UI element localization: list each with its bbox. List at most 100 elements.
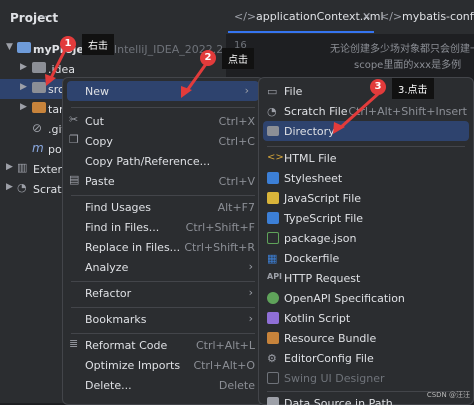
menu-item-label: New [85,85,109,98]
menu-shortcut: Ctrl+Alt+L [195,339,255,352]
scratch-icon: ◔ [17,181,27,194]
cut-icon: ✂ [69,113,79,126]
gear-icon: ⚙ [267,352,277,365]
folder-icon [267,126,279,136]
watermark: CSDN @汪汪 [426,391,470,399]
menu-item-label: Copy Path/Reference... [85,155,211,168]
menu-item-label: Refactor [85,287,132,300]
close-icon[interactable]: ✕ [362,10,371,23]
chevron-right-icon: › [248,260,253,273]
folder-icon [17,42,31,53]
menu-separator [71,281,255,282]
chevron-right-icon[interactable]: ▶ [20,102,27,112]
html-icon: <> [267,152,284,163]
submenu-item-http-request[interactable]: API HTTP Request [259,268,473,288]
submenu-item-swing-ui-designer[interactable]: Swing UI Designer [259,368,473,388]
tree-item-label: .idea [48,63,76,76]
menu-item-reformat-code[interactable]: ≣ Reformat Code Ctrl+Alt+L [63,335,263,355]
submenu-item-scratch-file[interactable]: ◔ Scratch File Ctrl+Alt+Shift+Insert [259,101,473,121]
submenu-item-label: File [284,85,303,98]
css-icon [267,172,279,184]
menu-shortcut: Alt+F7 [217,201,255,214]
menu-item-bookmarks[interactable]: Bookmarks › [63,309,263,329]
menu-item-paste[interactable]: ▤ Paste Ctrl+V [63,171,263,191]
submenu-item-editorconfig[interactable]: ⚙ EditorConfig File [259,348,473,368]
menu-shortcut: Ctrl+Shift+R [184,241,255,254]
submenu-item-openapi[interactable]: OpenAPI Specification [259,288,473,308]
menu-item-analyze[interactable]: Analyze › [63,257,263,277]
menu-item-label: Optimize Imports [85,359,181,372]
chevron-down-icon[interactable]: ▼ [6,42,13,52]
submenu-item-label: package.json [284,232,357,245]
menu-item-copy-path[interactable]: Copy Path/Reference... [63,151,263,171]
submenu-item-file[interactable]: ▭ File [259,81,473,101]
chevron-right-icon[interactable]: ▶ [20,62,27,72]
submenu-item-dockerfile[interactable]: ▦ Dockerfile [259,248,473,268]
submenu-item-label: Directory [284,125,335,138]
submenu-item-resource-bundle[interactable]: Resource Bundle [259,328,473,348]
folder-icon [32,102,46,113]
menu-item-label: Reformat Code [85,339,168,352]
menu-item-label: Find Usages [85,201,152,214]
menu-item-replace-in-files[interactable]: Replace in Files... Ctrl+Shift+R [63,237,263,257]
submenu-item-label: Resource Bundle [284,332,377,345]
step3-note: 3.点击 [392,78,434,99]
code-comment-line[interactable]: scope里面的xxx是多例 [354,56,461,71]
api-icon: API [267,272,283,281]
menu-shortcut: Ctrl+Shift+F [185,221,255,234]
menu-item-label: Replace in Files... [85,241,181,254]
copy-icon: ❐ [69,133,79,146]
submenu-item-javascript-file[interactable]: JavaScript File [259,188,473,208]
submenu-item-kotlin-script[interactable]: Kotlin Script [259,308,473,328]
menu-item-label: Cut [85,115,104,128]
menu-item-label: Analyze [85,261,129,274]
submenu-item-label: Swing UI Designer [284,372,385,385]
chevron-down-icon[interactable]: ⌄ [40,10,48,21]
resource-bundle-icon [267,332,279,344]
tree-item-idea[interactable]: ▶ .idea [0,59,226,79]
menu-shortcut: Ctrl+C [218,135,255,148]
menu-separator [267,146,465,147]
menu-item-optimize-imports[interactable]: Optimize Imports Ctrl+Alt+O [63,355,263,375]
openapi-icon [267,292,279,304]
submenu-item-html-file[interactable]: <> HTML File [259,148,473,168]
submenu-item-stylesheet[interactable]: Stylesheet [259,168,473,188]
new-submenu: ▭ File ◔ Scratch File Ctrl+Alt+Shift+Ins… [258,77,474,405]
menu-item-find-in-files[interactable]: Find in Files... Ctrl+Shift+F [63,217,263,237]
submenu-item-label: HTML File [284,152,337,165]
menu-item-delete[interactable]: Delete... Delete [63,375,263,395]
code-comment-line[interactable]: 无论创建多少场对象都只会创建一 [330,40,474,55]
menu-item-label: Find in Files... [85,221,160,234]
menu-item-new[interactable]: New › [67,81,259,101]
menu-item-cut[interactable]: ✂ Cut Ctrl+X [63,111,263,131]
project-panel-title[interactable]: Project [10,11,58,25]
step2-note: 点击 [222,48,254,69]
submenu-item-label: Stylesheet [284,172,343,185]
step2-badge: 2 [200,50,216,66]
submenu-item-label: EditorConfig File [284,352,374,365]
menu-item-label: Paste [85,175,115,188]
menu-item-find-usages[interactable]: Find Usages Alt+F7 [63,197,263,217]
chevron-right-icon[interactable]: ▶ [6,182,13,192]
submenu-item-label: Kotlin Script [284,312,351,325]
menu-item-copy[interactable]: ❐ Copy Ctrl+C [63,131,263,151]
paste-icon: ▤ [69,173,80,186]
typescript-icon [267,212,279,224]
maven-icon: m [32,141,44,155]
submenu-item-label: HTTP Request [284,272,361,285]
tab-mybatis-config[interactable]: mybatis-config [402,10,474,23]
menu-item-refactor[interactable]: Refactor › [63,283,263,303]
submenu-item-typescript-file[interactable]: TypeScript File [259,208,473,228]
swing-icon [267,372,279,384]
chevron-right-icon: › [244,84,249,97]
submenu-item-package-json[interactable]: package.json [259,228,473,248]
docker-icon: ▦ [267,252,278,265]
submenu-item-directory[interactable]: Directory [263,121,469,141]
database-icon [267,397,279,405]
menu-shortcut: Delete [218,379,255,392]
chevron-right-icon[interactable]: ▶ [20,82,27,92]
menu-item-label: Bookmarks [85,313,147,326]
submenu-item-label: TypeScript File [284,212,364,225]
xml-file-icon: </> [380,10,403,23]
chevron-right-icon[interactable]: ▶ [6,162,13,172]
